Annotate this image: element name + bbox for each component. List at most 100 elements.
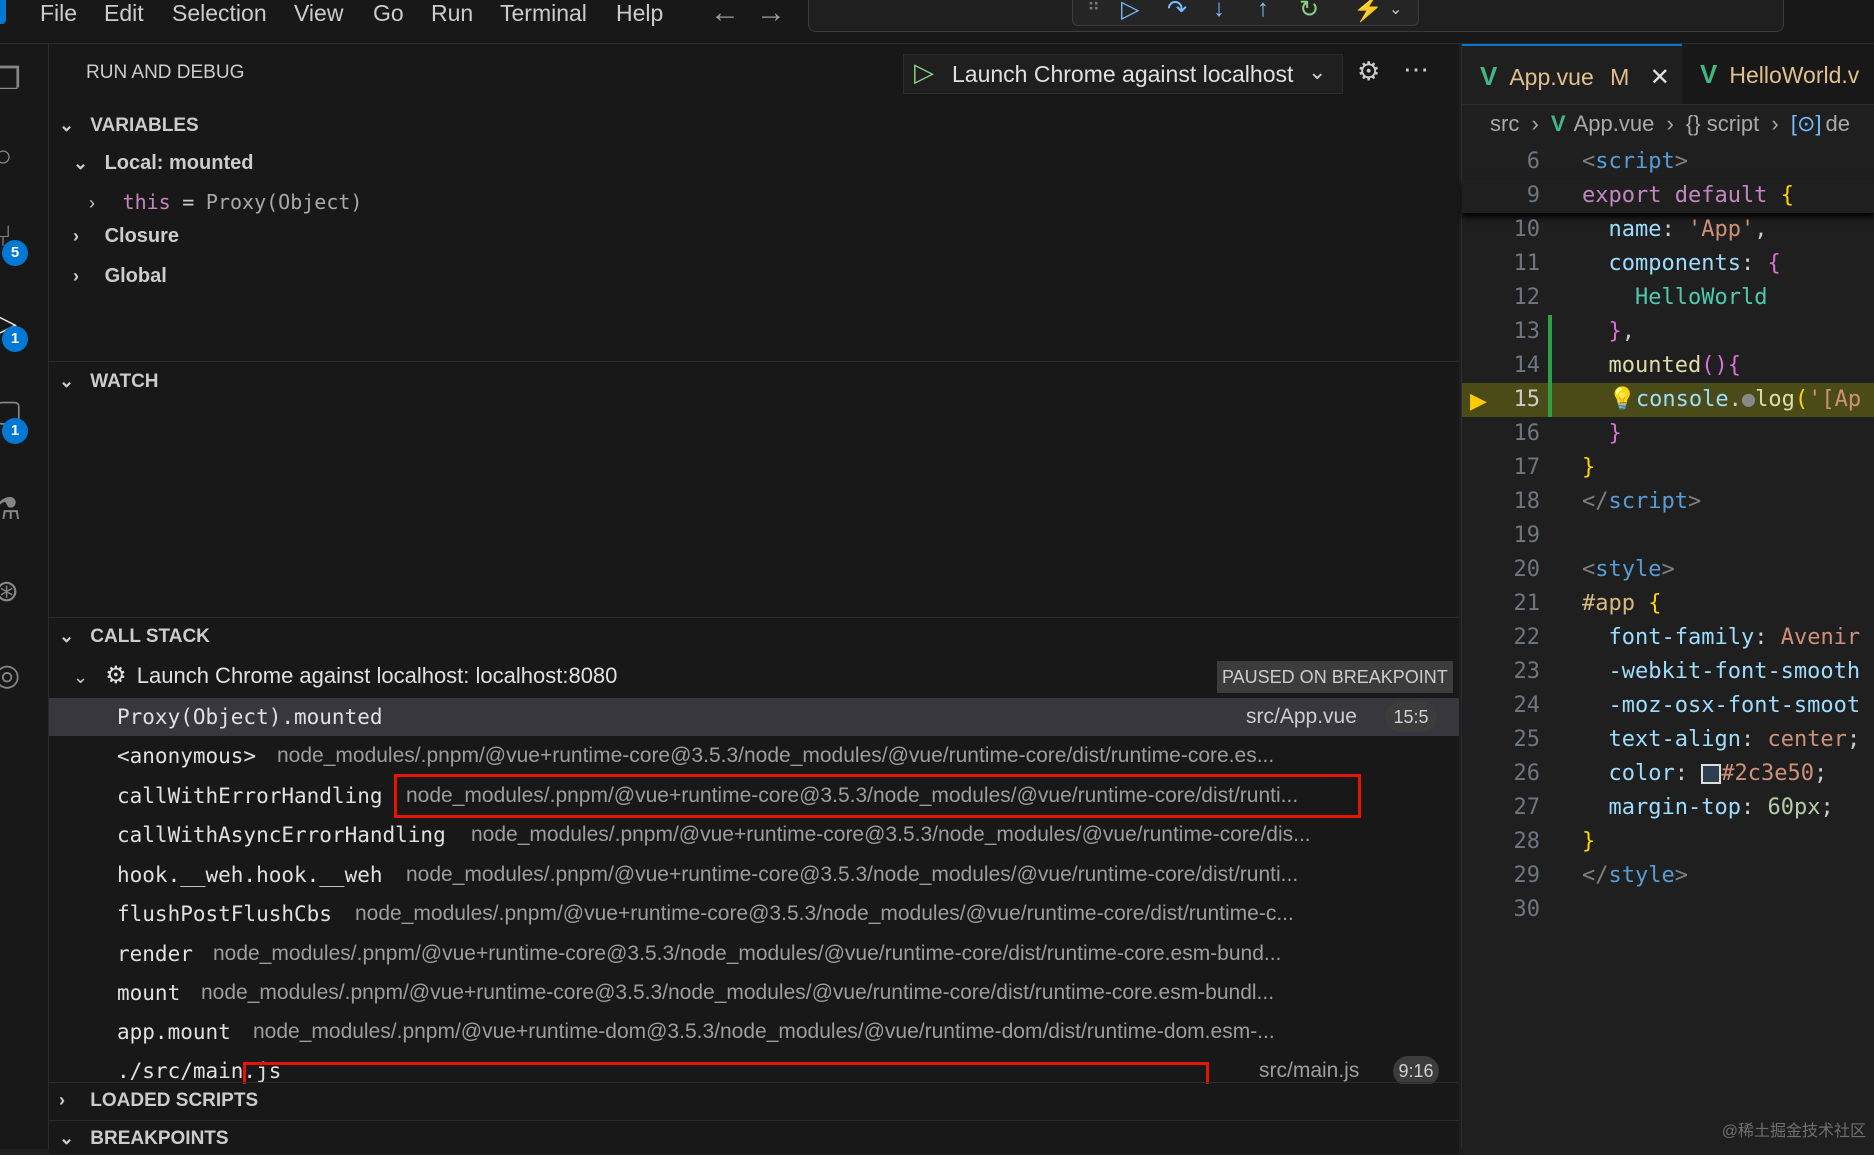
stack-frame[interactable]: callWithAsyncErrorHandling node_modules/… xyxy=(49,816,1459,854)
menu-terminal[interactable]: Terminal xyxy=(500,0,587,26)
chevron-down-icon: ⌄ xyxy=(73,667,89,687)
vscode-logo-icon[interactable] xyxy=(0,0,6,24)
back-arrow-icon[interactable]: ← xyxy=(710,0,740,30)
code-line-current[interactable]: 15 💡console.●log('[Ap xyxy=(1462,383,1874,417)
drag-handle-icon[interactable]: ⠿ xyxy=(1087,0,1100,16)
section-divider xyxy=(49,1082,1459,1083)
breadcrumb-file[interactable]: App.vue xyxy=(1574,111,1655,136)
variables-section-header[interactable]: ⌄ VARIABLES xyxy=(49,109,1459,141)
forward-arrow-icon[interactable]: → xyxy=(756,0,786,30)
stack-frame[interactable]: flushPostFlushCbs node_modules/.pnpm/@vu… xyxy=(49,895,1459,933)
menu-go[interactable]: Go xyxy=(373,0,404,26)
loaded-scripts-section-header[interactable]: › LOADED SCRIPTS xyxy=(49,1084,1459,1116)
code-line[interactable]: 25 text-align: center; xyxy=(1462,723,1874,757)
testing-icon[interactable]: ⚗ xyxy=(0,492,34,536)
code-line[interactable]: 10 name: 'App', xyxy=(1462,213,1874,247)
menu-view[interactable]: View xyxy=(294,0,343,26)
frame-function: mount xyxy=(117,981,181,1005)
disconnect-icon[interactable]: ⚡ xyxy=(1353,0,1383,24)
code-line[interactable]: 18 </script> xyxy=(1462,485,1874,519)
chevron-down-icon[interactable]: ⌄ xyxy=(1308,59,1326,85)
continue-icon[interactable]: ▷ xyxy=(1121,0,1139,24)
code-line[interactable]: 28} xyxy=(1462,825,1874,859)
code-line[interactable]: 6 <script> xyxy=(1462,145,1874,179)
code-line[interactable]: 24 -moz-osx-font-smoot xyxy=(1462,689,1874,723)
tab-helloworld-vue[interactable]: V HelloWorld.v xyxy=(1700,44,1859,104)
explorer-icon[interactable]: ❐ xyxy=(0,62,34,106)
stack-frame[interactable]: <anonymous> node_modules/.pnpm/@vue+runt… xyxy=(49,737,1459,775)
editor-pane: V App.vue M ✕ V HelloWorld.v src › V App.vu… xyxy=(1461,44,1874,1149)
step-out-icon[interactable]: ↑ xyxy=(1257,0,1269,23)
git-graph-icon[interactable]: ⊛ xyxy=(0,574,34,618)
source-control-icon[interactable]: ⑂ 5 xyxy=(0,220,34,266)
restart-icon[interactable]: ↻ xyxy=(1299,0,1319,24)
more-actions-icon[interactable]: ⋯ xyxy=(1403,54,1429,85)
frame-path: node_modules/.pnpm/@vue+runtime-core@3.5… xyxy=(213,942,1282,965)
menu-selection[interactable]: Selection xyxy=(172,0,267,26)
tab-app-vue[interactable]: V App.vue M ✕ xyxy=(1462,44,1682,104)
stack-frame[interactable]: mount node_modules/.pnpm/@vue+runtime-co… xyxy=(49,974,1459,1012)
menu-file[interactable]: File xyxy=(40,0,77,26)
extensions-icon[interactable]: ▢ 1 xyxy=(0,394,34,444)
code-line[interactable]: 13 }, xyxy=(1462,315,1874,349)
code-line[interactable]: 16 } xyxy=(1462,417,1874,451)
vue-icon: V xyxy=(1550,111,1566,136)
line-number: 18 xyxy=(1513,489,1541,514)
line-number: 16 xyxy=(1513,421,1541,446)
debug-session[interactable]: ⌄ ⚙ Launch Chrome against localhost: loc… xyxy=(73,658,617,694)
run-debug-icon[interactable]: ▷ 1 xyxy=(0,306,34,352)
stack-frame[interactable]: hook.__weh.hook.__weh node_modules/.pnpm… xyxy=(49,856,1459,894)
code-line[interactable]: 17} xyxy=(1462,451,1874,485)
remote-explorer-icon[interactable]: ◎ xyxy=(0,658,34,702)
launch-config-select[interactable]: ▷ Launch Chrome against localhost ⌄ xyxy=(903,54,1343,94)
step-over-icon[interactable]: ↷ xyxy=(1167,0,1187,24)
gear-icon[interactable]: ⚙ xyxy=(1357,56,1380,87)
code-line[interactable]: 23 -webkit-font-smooth xyxy=(1462,655,1874,689)
breakpoint-paused-icon[interactable]: ▶ xyxy=(1470,388,1487,414)
code-line[interactable]: 14 mounted(){ xyxy=(1462,349,1874,383)
line-number: 19 xyxy=(1513,523,1541,548)
code-line[interactable]: 19 xyxy=(1462,519,1874,553)
code-line[interactable]: 12 HelloWorld xyxy=(1462,281,1874,315)
code-line[interactable]: 26 color: #2c3e50; xyxy=(1462,757,1874,791)
line-number: 25 xyxy=(1513,727,1541,752)
chevron-right-icon: › xyxy=(73,226,79,246)
code-line[interactable]: 22 font-family: Avenir xyxy=(1462,621,1874,655)
code-line[interactable]: 30 xyxy=(1462,893,1874,927)
stack-frame[interactable]: app.mount node_modules/.pnpm/@vue+runtim… xyxy=(49,1013,1459,1051)
modified-indicator: M xyxy=(1610,64,1630,90)
breadcrumb-symbol[interactable]: de xyxy=(1826,111,1850,136)
breadcrumb-src[interactable]: src xyxy=(1490,111,1519,136)
chevron-down-icon: ⌄ xyxy=(59,1128,75,1148)
watch-section-header[interactable]: ⌄ WATCH xyxy=(49,365,1459,397)
code-line[interactable]: 20 <style> xyxy=(1462,553,1874,587)
vue-icon: V xyxy=(1700,59,1718,89)
chevron-down-icon[interactable]: ⌄ xyxy=(1389,0,1402,19)
breadcrumb-script[interactable]: {} script xyxy=(1686,111,1759,136)
menu-run[interactable]: Run xyxy=(431,0,473,26)
code-line[interactable]: 29 </style> xyxy=(1462,859,1874,893)
frame-function: render xyxy=(117,942,193,966)
chevron-right-icon: › xyxy=(1531,111,1539,136)
code-line[interactable]: 27 margin-top: 60px; xyxy=(1462,791,1874,825)
scope-global[interactable]: › Global xyxy=(73,261,167,291)
breakpoints-section-header[interactable]: ⌄ BREAKPOINTS xyxy=(49,1122,1459,1154)
tab-label: HelloWorld.v xyxy=(1729,62,1860,88)
menu-edit[interactable]: Edit xyxy=(104,0,144,26)
start-debugging-icon[interactable]: ▷ xyxy=(914,57,934,88)
variable-this[interactable]: › this = Proxy(Object) xyxy=(89,187,362,218)
stack-frame[interactable]: render node_modules/.pnpm/@vue+runtime-c… xyxy=(49,935,1459,973)
search-icon[interactable]: ○ xyxy=(0,140,34,184)
line-number: 30 xyxy=(1513,897,1541,922)
code-line[interactable]: 11 components: { xyxy=(1462,247,1874,281)
menu-help[interactable]: Help xyxy=(616,0,663,26)
close-icon[interactable]: ✕ xyxy=(1650,64,1670,91)
step-into-icon[interactable]: ↓ xyxy=(1213,0,1225,23)
code-line[interactable]: 21 #app { xyxy=(1462,587,1874,621)
scope-closure[interactable]: › Closure xyxy=(73,221,179,251)
line-number: 21 xyxy=(1513,591,1541,616)
scope-local[interactable]: ⌄ Local: mounted xyxy=(73,148,253,178)
code-line[interactable]: 9 export default { xyxy=(1462,179,1874,213)
call-stack-section-header[interactable]: ⌄ CALL STACK xyxy=(49,620,1459,652)
stack-frame-selected[interactable]: Proxy(Object).mounted src/App.vue 15:5 xyxy=(49,698,1459,736)
